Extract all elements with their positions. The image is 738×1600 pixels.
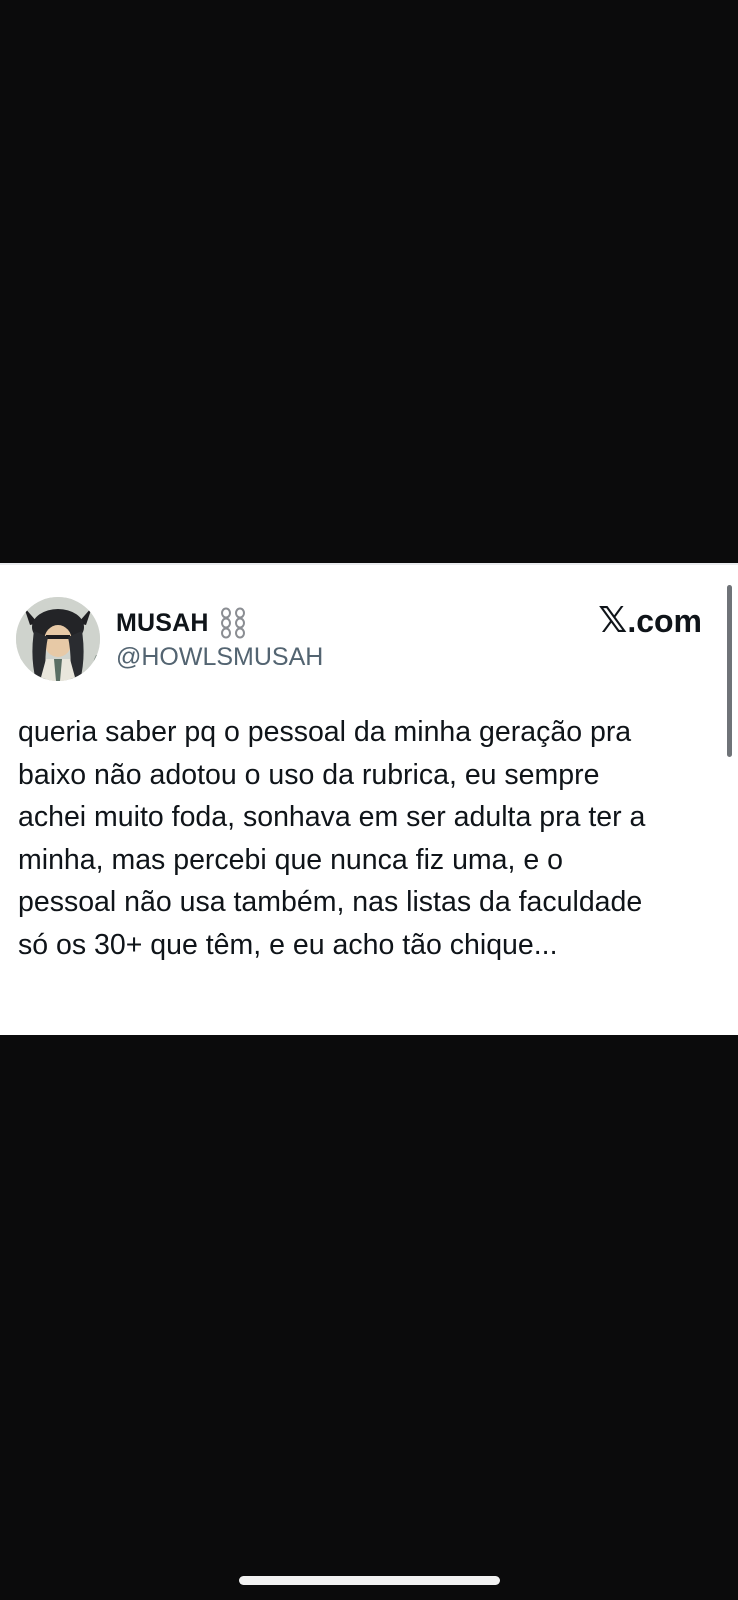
display-name[interactable]: MUSAH — [116, 609, 209, 638]
tweet-text: queria saber pq o pessoal da minha geraç… — [18, 716, 646, 961]
brand-domain: .com — [627, 603, 702, 639]
home-indicator[interactable] — [239, 1576, 500, 1585]
avatar-illustration — [16, 597, 100, 681]
phone-screen: MUSAH @HOWLSMUSAH 𝕏 .com queria saber pq… — [0, 0, 738, 1600]
chain-link-icon — [219, 607, 247, 639]
username-handle[interactable]: @HOWLSMUSAH — [116, 643, 323, 672]
x-logo-icon: 𝕏 — [598, 600, 628, 641]
scrollbar[interactable] — [727, 585, 732, 757]
tweet-card: MUSAH @HOWLSMUSAH 𝕏 .com queria saber pq… — [0, 563, 738, 1035]
x-brand-mark: 𝕏 .com — [598, 603, 702, 639]
author-name-row: MUSAH — [116, 607, 247, 639]
profile-avatar[interactable] — [16, 597, 100, 681]
